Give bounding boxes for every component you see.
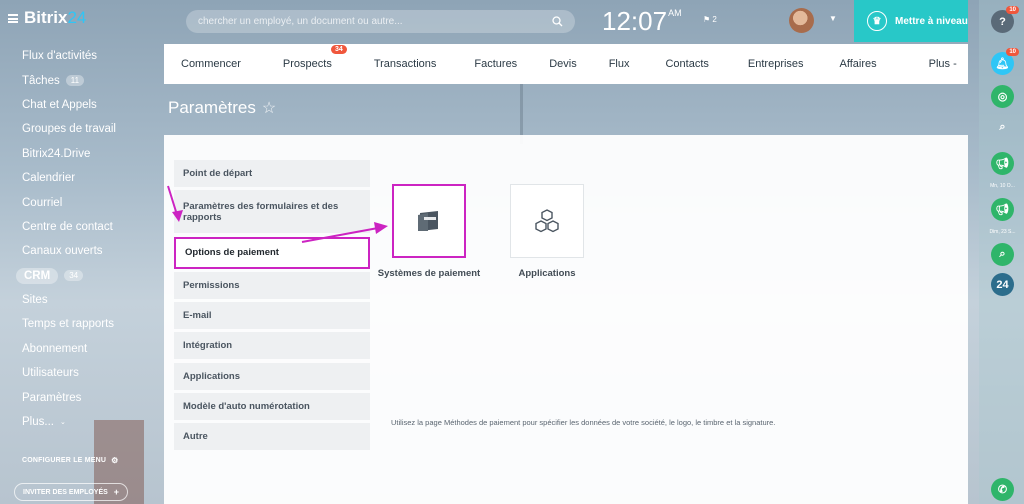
bell-icon: 🔔︎ (995, 58, 1010, 70)
megaphone-icon: 📢︎ (995, 204, 1010, 216)
tab-flux[interactable]: Flux (592, 58, 647, 70)
search-icon: ⌕ (999, 248, 1006, 260)
bitrix24-button[interactable]: 24 (991, 273, 1014, 296)
sidebar-item-temps[interactable]: Temps et rapports (0, 312, 163, 336)
sidebar-item-plus[interactable]: Plus... ⌄ (0, 410, 163, 434)
tab-entreprises[interactable]: Entreprises (731, 58, 821, 70)
settings-item-point-depart[interactable]: Point de départ (174, 160, 370, 187)
sidebar-item-abonnement[interactable]: Abonnement (0, 337, 163, 361)
megaphone-icon: 📢︎ (995, 158, 1010, 170)
sidebar-item-flux[interactable]: Flux d'activités (0, 44, 163, 68)
sidebar-item-drive[interactable]: Bitrix24.Drive (0, 142, 163, 166)
chevron-down-icon: ⌄ (59, 419, 66, 427)
tab-factures[interactable]: Factures (457, 58, 534, 70)
user-avatar[interactable] (789, 8, 814, 33)
bitrix24-icon: 24 (996, 278, 1009, 291)
help-button[interactable]: ? 10 (991, 6, 1019, 33)
sidebar-item-taches[interactable]: Tâches 11 (0, 68, 163, 92)
settings-item-integration[interactable]: Intégration (174, 332, 370, 360)
phone-button[interactable]: ✆ (991, 478, 1014, 501)
main-menu: Flux d'activités Tâches 11 Chat et Appels… (0, 44, 163, 434)
sidebar-item-sites[interactable]: Sites (0, 288, 163, 312)
sidebar-item-parametres[interactable]: Paramètres (0, 385, 163, 409)
settings-item-email[interactable]: E-mail (174, 302, 370, 330)
tab-prospects[interactable]: Prospects 34 (266, 45, 349, 70)
invite-employees-button[interactable]: INVITER DES EMPLOYÉS + (14, 483, 129, 501)
configure-menu-button[interactable]: CONFIGURER LE MENU ⚙ (22, 456, 118, 465)
search-chat-button[interactable]: ⌕ (991, 243, 1014, 266)
search-icon: ⌕ (999, 121, 1006, 133)
chat-button-2[interactable]: 📢︎ (991, 198, 1014, 221)
cubes-icon (535, 209, 559, 233)
tab-plus[interactable]: Plus - (912, 58, 974, 70)
help-text: Utilisez la page Méthodes de paiement po… (391, 418, 776, 427)
brand-logo[interactable]: Bitrix24 (8, 8, 86, 28)
settings-list: Point de départ Paramètres des formulair… (174, 160, 370, 454)
applications-label[interactable]: Applications (492, 268, 602, 279)
settings-item-autre[interactable]: Autre (174, 423, 370, 451)
right-rail: ? 10 🔔︎ 10 ◎ ⌕ 📢︎ Mn, 10 O... 📢︎ Dim, 23 S… (979, 0, 1024, 504)
settings-item-permissions[interactable]: Permissions (174, 271, 370, 299)
payment-systems-tile[interactable] (392, 184, 466, 258)
rail-search-button[interactable]: ⌕ (991, 116, 1014, 139)
clock[interactable]: 12:07AM (602, 6, 682, 37)
plus-icon: + (113, 487, 120, 497)
settings-panel: Point de départ Paramètres des formulair… (164, 135, 968, 504)
sidebar-item-groupes[interactable]: Groupes de travail (0, 117, 163, 141)
sidebar-item-canaux[interactable]: Canaux ouverts (0, 239, 163, 263)
sidebar-item-utilisateurs[interactable]: Utilisateurs (0, 361, 163, 385)
tab-commencer[interactable]: Commencer (164, 58, 258, 70)
flag-counter[interactable]: ⚑ 2 (703, 15, 717, 24)
menu-burger-icon[interactable] (8, 13, 18, 23)
crm-count-badge: 34 (64, 270, 84, 282)
sidebar-item-courriel[interactable]: Courriel (0, 190, 163, 214)
applications-tile[interactable] (510, 184, 584, 258)
sidebar-item-contact-center[interactable]: Centre de contact (0, 215, 163, 239)
search-bar[interactable] (186, 10, 575, 33)
chat-date-1: Mn, 10 O... (990, 183, 1015, 189)
chat-date-2: Dim, 23 S... (989, 229, 1016, 235)
left-sidebar: Bitrix24 Flux d'activités Tâches 11 Chat … (0, 0, 163, 504)
tab-affaires[interactable]: Affaires (823, 58, 894, 70)
payment-systems-label[interactable]: Systèmes de paiement (374, 268, 484, 279)
tasks-count-badge: 11 (65, 75, 85, 87)
openlines-button[interactable]: ◎ (991, 85, 1014, 108)
upgrade-button[interactable]: ♛ Mettre à niveau (854, 0, 968, 42)
settings-item-options-paiement[interactable]: Options de paiement (174, 236, 370, 269)
wallet-icon (418, 211, 438, 231)
tab-transactions[interactable]: Transactions (357, 58, 454, 70)
target-icon: ◎ (997, 91, 1008, 103)
tab-devis[interactable]: Devis (532, 58, 594, 70)
star-icon[interactable]: ☆ (262, 98, 276, 118)
chevron-down-icon[interactable]: ▼ (829, 14, 837, 23)
search-icon[interactable] (552, 16, 563, 27)
crown-icon: ♛ (867, 11, 887, 31)
page-title: Paramètres ☆ (168, 98, 277, 118)
gear-icon: ⚙ (111, 456, 119, 465)
settings-item-formulaires[interactable]: Paramètres des formulaires et des rappor… (174, 190, 370, 234)
sidebar-item-crm[interactable]: CRM 34 (0, 264, 163, 288)
chat-button-1[interactable]: 📢︎ (991, 152, 1014, 175)
tab-contacts[interactable]: Contacts (648, 58, 725, 70)
crm-tab-bar: Commencer Prospects 34 Transactions Factu… (164, 44, 968, 84)
sidebar-item-calendrier[interactable]: Calendrier (0, 166, 163, 190)
notifications-button[interactable]: 🔔︎ 10 (991, 48, 1019, 75)
settings-item-applications[interactable]: Applications (174, 362, 370, 390)
search-input[interactable] (198, 16, 552, 27)
settings-item-auto-numerotation[interactable]: Modèle d'auto numérotation (174, 393, 370, 421)
prospects-count-badge: 34 (331, 45, 347, 54)
flag-icon: ⚑ (703, 15, 711, 24)
phone-icon: ✆ (997, 484, 1008, 496)
sidebar-item-chat[interactable]: Chat et Appels (0, 93, 163, 117)
